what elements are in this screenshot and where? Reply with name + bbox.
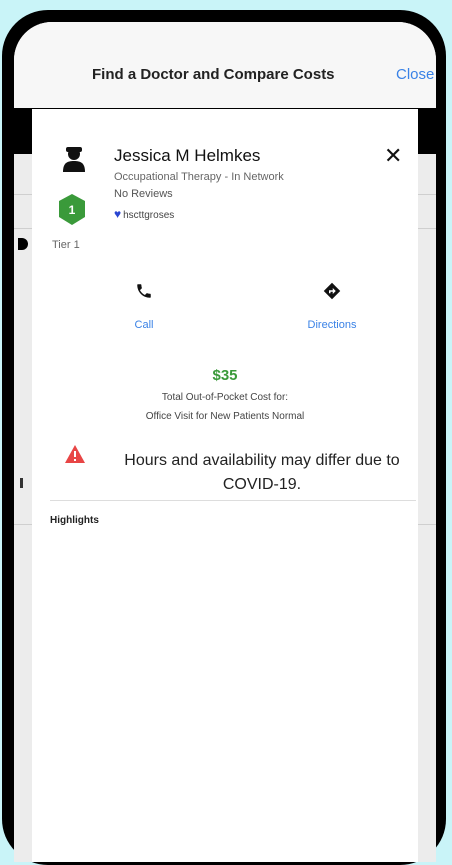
reviews-text[interactable]: No Reviews <box>114 188 173 200</box>
directions-label: Directions <box>307 319 357 331</box>
page-title: Find a Doctor and Compare Costs <box>92 66 335 83</box>
covid-notice: Hours and availability may differ due to… <box>124 452 400 493</box>
tier-badge-icon: 1 <box>59 194 85 225</box>
close-icon[interactable]: ✕ <box>384 143 402 169</box>
call-label: Call <box>134 319 154 331</box>
provider-name: Jessica M Helmkes <box>114 146 261 165</box>
highlights-heading: Highlights <box>50 515 99 526</box>
top-bar: Find a Doctor and Compare Costs Close <box>14 22 436 109</box>
cost-description-line2: Office Visit for New Patients Normal <box>145 411 305 422</box>
call-button[interactable]: Call <box>84 282 204 331</box>
provider-detail-modal: Jessica M Helmkes Occupational Therapy -… <box>32 109 418 862</box>
badge-row: ♥ hscttgroses <box>114 207 174 221</box>
directions-icon <box>323 282 341 300</box>
app-screen: Find a Doctor and Compare Costs Close Je… <box>14 22 436 862</box>
close-link[interactable]: Close <box>396 66 434 83</box>
price-amount: $35 <box>212 367 238 384</box>
doctor-avatar-icon <box>63 147 85 172</box>
section-divider <box>50 500 416 501</box>
tier-label: Tier 1 <box>52 239 80 251</box>
background-mark <box>20 478 23 488</box>
device-frame: Find a Doctor and Compare Costs Close Je… <box>2 10 446 865</box>
warning-icon <box>65 445 85 463</box>
heart-icon: ♥ <box>114 207 122 221</box>
phone-icon <box>137 284 151 298</box>
directions-button[interactable]: Directions <box>272 282 392 331</box>
tier-number: 1 <box>69 203 76 217</box>
badge-label: hscttgroses <box>123 210 175 221</box>
provider-specialty: Occupational Therapy - In Network <box>114 171 284 183</box>
cost-description-line1: Total Out-of-Pocket Cost for: <box>161 392 289 403</box>
